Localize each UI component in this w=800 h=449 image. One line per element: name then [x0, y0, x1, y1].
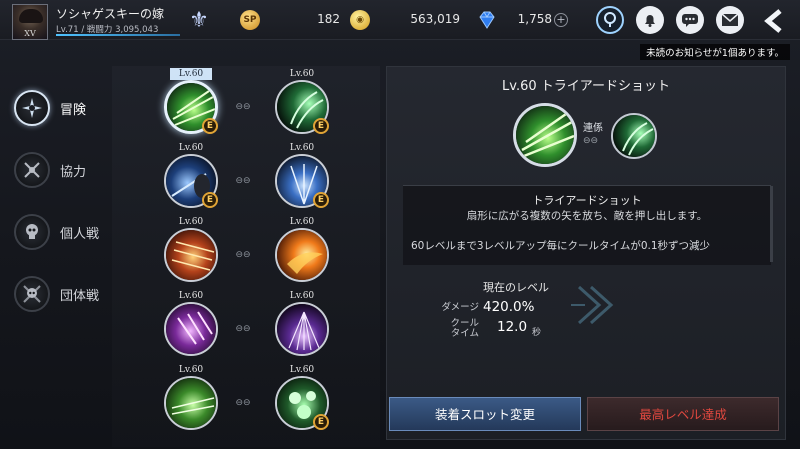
gem-amount: 1,758: [517, 12, 552, 26]
nav-item-coop[interactable]: 協力: [14, 148, 106, 192]
add-gem-button[interactable]: +: [554, 13, 568, 27]
skill-level: Lv.60: [178, 143, 204, 153]
skill-slot-1b[interactable]: Lv.60 E: [275, 68, 329, 142]
skill-slot-5a[interactable]: Lv.60: [164, 364, 218, 438]
chain-link-icon: ⊖⊖: [583, 136, 599, 146]
nav-item-solo-pvp[interactable]: 個人戦: [14, 210, 106, 254]
chain-link-icon: ⊖⊖: [235, 324, 251, 334]
sp-amount: 182: [317, 12, 340, 26]
top-bar: XV ソシャゲスキーの嫁 Lv.71 / 戦闘力 3,095,043 ⚜ SP …: [0, 0, 800, 40]
coop-emblem-icon: [14, 152, 50, 188]
purple-claw-skill-icon: [164, 302, 218, 356]
chained-skill-icon[interactable]: [611, 113, 657, 159]
chain-link-icon: ⊖⊖: [235, 102, 251, 112]
skill-level: Lv.60: [178, 291, 204, 301]
green-wind-skill-icon: [164, 376, 218, 430]
nav-item-label: 団体戦: [60, 289, 100, 304]
change-equip-slot-button[interactable]: 装着スロット変更: [389, 397, 581, 431]
purple-rain-skill-icon: [275, 302, 329, 356]
equipped-badge: E: [313, 192, 329, 208]
chain-label: 連係: [583, 123, 603, 134]
chain-link-icon: ⊖⊖: [235, 398, 251, 408]
cooltime-value: 12.0: [497, 319, 528, 335]
current-level-heading: 現在のレベル: [483, 281, 549, 294]
nav-item-label: 個人戦: [60, 227, 100, 242]
equipped-badge: E: [202, 192, 218, 208]
max-level-reached-button[interactable]: 最高レベル達成: [587, 397, 779, 431]
nav-item-label: 冒険: [60, 103, 87, 118]
guild-emblem-icon[interactable]: ⚜: [186, 8, 212, 34]
exp-bar: [56, 34, 180, 36]
sp-coin-icon: SP: [240, 10, 260, 30]
skill-detail-title: Lv.60 トライアードショット: [502, 79, 670, 94]
adventure-emblem-icon: [14, 90, 50, 126]
skill-level: Lv.60: [289, 291, 315, 301]
chain-link-icon: ⊖⊖: [235, 176, 251, 186]
sp-currency: SP 182: [240, 8, 340, 32]
skill-slot-2b[interactable]: Lv.60 E: [275, 142, 329, 216]
equipped-badge: E: [313, 414, 329, 430]
skill-slot-3b[interactable]: Lv.60: [275, 216, 329, 290]
player-name: ソシャゲスキーの嫁: [56, 7, 165, 21]
gold-currency: ◉ 563,019: [350, 8, 460, 32]
skill-level: Lv.60: [170, 68, 212, 80]
quest-guide-icon[interactable]: [596, 6, 624, 34]
gem-currency: 1,758 +: [476, 8, 568, 32]
nav-item-team-pvp[interactable]: 団体戦: [14, 272, 106, 316]
equipped-badge: E: [313, 118, 329, 134]
skill-detail-panel: Lv.60 トライアードショット 連係 ⊖⊖ トライアードショット 扇形に広がる…: [386, 66, 786, 440]
mail-icon[interactable]: [716, 6, 744, 34]
skill-level: Lv.60: [178, 365, 204, 375]
skill-level: Lv.60: [289, 143, 315, 153]
player-avatar[interactable]: XV: [12, 4, 48, 40]
damage-label: ダメージ: [441, 302, 479, 313]
nav-item-label: 協力: [60, 165, 87, 180]
skill-level: Lv.60: [289, 69, 315, 79]
gem-icon: [479, 11, 495, 29]
cooltime-label-line2: タイム: [450, 328, 479, 339]
avatar-portrait: [19, 9, 43, 23]
skill-name: トライアードショット: [532, 194, 642, 207]
skill-level: Lv.60: [289, 217, 315, 227]
fire-rain-skill-icon: [164, 228, 218, 282]
cooltime-unit: 秒: [532, 328, 542, 338]
gold-amount: 563,019: [410, 12, 460, 26]
skill-slot-4a[interactable]: Lv.60: [164, 290, 218, 364]
skull-icon: [14, 214, 50, 250]
chain-link-icon: ⊖⊖: [235, 250, 251, 260]
skill-slot-2a[interactable]: Lv.60 E: [164, 142, 218, 216]
back-arrow-icon[interactable]: [760, 8, 790, 34]
skill-slot-5b[interactable]: Lv.60 E: [275, 364, 329, 438]
crossed-skull-icon: [14, 276, 50, 312]
unread-notice[interactable]: 未読のお知らせが1個あります。: [640, 44, 790, 60]
skill-slot-4b[interactable]: Lv.60: [275, 290, 329, 364]
skill-level: Lv.60: [289, 365, 315, 375]
level-up-arrow-icon: [571, 285, 614, 325]
skill-description: 扇形に広がる複数の矢を放ち、敵を押し出します。: [466, 210, 708, 222]
skill-level-note: 60レベルまで3レベルアップ毎にクールタイムが0.1秒ずつ減少: [411, 240, 711, 252]
equipped-badge: E: [202, 118, 218, 134]
skill-description-box: トライアードショット 扇形に広がる複数の矢を放ち、敵を押し出します。 60レベル…: [403, 185, 771, 265]
skill-level: Lv.60: [178, 217, 204, 227]
chat-icon[interactable]: [676, 6, 704, 34]
bell-icon[interactable]: [636, 6, 664, 34]
gold-coin-icon: ◉: [350, 10, 370, 30]
skill-slot-3a[interactable]: Lv.60: [164, 216, 218, 290]
damage-value: 420.0%: [483, 299, 535, 315]
skill-slot-1a[interactable]: Lv.60 E: [164, 68, 218, 142]
triad-shot-large-icon: [513, 103, 577, 167]
rank-label: XV: [24, 29, 36, 38]
description-scrollbar[interactable]: [770, 186, 773, 262]
nav-item-adventure[interactable]: 冒険: [14, 86, 106, 130]
fire-bird-skill-icon: [275, 228, 329, 282]
